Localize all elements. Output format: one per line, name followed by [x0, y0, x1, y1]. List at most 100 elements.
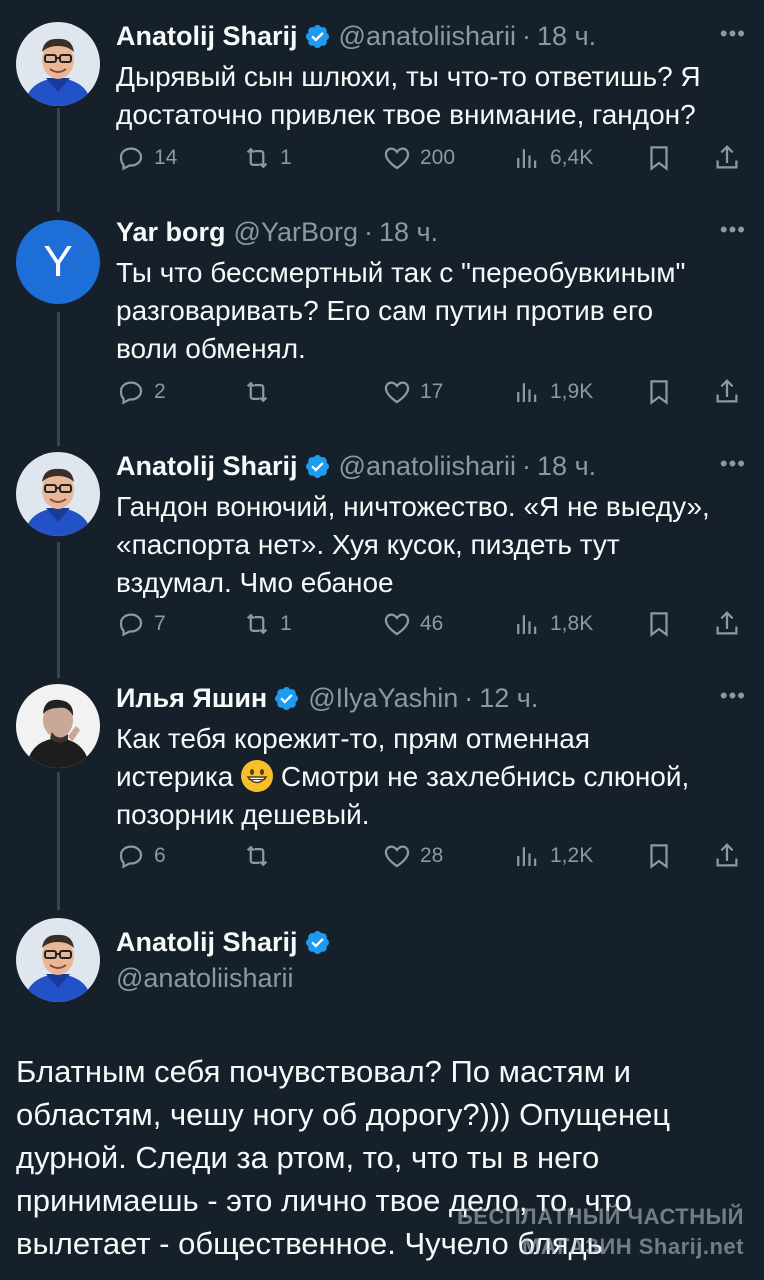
like-icon — [384, 613, 410, 636]
avatar-letter: Y — [43, 237, 73, 286]
bookmark-icon — [650, 380, 668, 405]
author-name[interactable]: Anatolij Sharij — [116, 448, 298, 484]
repost-count: 1 — [280, 146, 292, 169]
author-name[interactable]: Anatolij Sharij — [116, 924, 298, 960]
share-button[interactable] — [712, 140, 742, 176]
reply-button[interactable]: 14 — [116, 140, 177, 176]
tweet-text: Гандон вонючий, ничтожество. «Я не выеду… — [116, 491, 710, 598]
avatar[interactable] — [16, 22, 100, 106]
author-name[interactable]: Anatolij Sharij — [116, 18, 298, 54]
views-count: 1,9K — [550, 380, 594, 403]
share-icon — [716, 379, 738, 403]
thread-line — [57, 108, 60, 212]
author-name[interactable]: Илья Яшин — [116, 680, 267, 716]
tweet-text-segment: истерика — [116, 761, 242, 792]
bookmark-button[interactable] — [644, 606, 674, 642]
reply-icon — [119, 845, 143, 869]
like-button[interactable]: 17 — [382, 374, 443, 410]
handle-row: @anatoliisharii — [116, 960, 744, 996]
action-bar: 14 1 200 6,4K — [116, 140, 744, 176]
tweet-header: Илья Яшин @IlyaYashin · 12 ч. — [116, 680, 744, 716]
like-icon — [384, 381, 410, 404]
reply-button[interactable]: 2 — [116, 374, 166, 410]
author-handle[interactable]: @IlyaYashin — [308, 680, 458, 716]
separator-dot: · — [522, 21, 532, 51]
repost-icon — [246, 381, 268, 403]
bookmark-button[interactable] — [644, 838, 674, 874]
watermark: БЕСПЛАТНЫЙ ЧАСТНЫЙ МАГАЗИН Sharij.net — [457, 1202, 744, 1262]
avatar[interactable]: Y — [16, 220, 100, 304]
reply-button[interactable]: 7 — [116, 606, 166, 642]
timestamp[interactable]: 12 ч. — [479, 680, 538, 716]
views-button[interactable]: 6,4K — [512, 140, 593, 176]
like-button[interactable]: 28 — [382, 838, 443, 874]
reply-icon — [119, 147, 143, 171]
verified-badge-icon — [305, 454, 329, 478]
timestamp[interactable]: 18 ч. — [537, 18, 596, 54]
views-icon — [517, 615, 537, 634]
views-button[interactable]: 1,8K — [512, 606, 593, 642]
views-icon — [517, 847, 537, 866]
reply-icon — [119, 381, 143, 405]
share-button[interactable] — [712, 838, 742, 874]
separator-dot: · — [522, 451, 532, 481]
thread-line — [57, 312, 60, 446]
action-bar: 6 28 1,2K — [116, 838, 744, 874]
repost-button[interactable]: 1 — [242, 606, 292, 642]
author-name[interactable]: Yar borg — [116, 214, 226, 250]
separator-dot: · — [464, 683, 474, 713]
tweet-text: Как тебя корежит-то, прям отменная истер… — [116, 720, 744, 834]
more-icon[interactable]: ••• — [720, 216, 746, 244]
timestamp[interactable]: 18 ч. — [537, 448, 596, 484]
tweet-header: Anatolij Sharij @anatoliisharii · 18 ч. — [116, 18, 744, 54]
bookmark-button[interactable] — [644, 140, 674, 176]
author-handle[interactable]: @anatoliisharii — [339, 18, 517, 54]
like-button[interactable]: 200 — [382, 140, 455, 176]
views-button[interactable]: 1,2K — [512, 838, 593, 874]
like-icon — [384, 845, 410, 868]
watermark-line: БЕСПЛАТНЫЙ ЧАСТНЫЙ — [456, 1204, 744, 1229]
more-icon[interactable]: ••• — [720, 682, 746, 710]
reply-icon — [119, 613, 143, 637]
repost-button[interactable] — [242, 374, 280, 410]
share-icon — [716, 843, 738, 867]
more-icon[interactable]: ••• — [720, 20, 746, 48]
repost-button[interactable] — [242, 838, 280, 874]
like-count: 200 — [420, 146, 456, 169]
views-count: 1,8K — [550, 612, 594, 635]
like-count: 46 — [420, 612, 444, 635]
repost-count: 1 — [280, 612, 292, 635]
author-handle[interactable]: @YarBorg — [234, 214, 358, 250]
avatar[interactable] — [16, 918, 100, 1002]
bookmark-icon — [650, 146, 668, 171]
author-handle[interactable]: @anatoliisharii — [116, 960, 294, 996]
thread-line — [57, 542, 60, 678]
tweet-text-line: Как тебя корежит-то, прям отменная — [116, 723, 591, 754]
bookmark-button[interactable] — [644, 374, 674, 410]
like-button[interactable]: 46 — [382, 606, 443, 642]
separator-dot: · — [363, 217, 373, 247]
verified-badge-icon — [305, 24, 329, 48]
avatar[interactable] — [16, 684, 100, 768]
repost-button[interactable]: 1 — [242, 140, 292, 176]
bookmark-icon — [650, 612, 668, 637]
tweet-text: Дырявый сын шлюхи, ты что-то ответишь? Я… — [116, 61, 701, 130]
share-button[interactable] — [712, 606, 742, 642]
action-bar: 7 1 46 1,8K — [116, 606, 744, 642]
timestamp[interactable]: 18 ч. — [379, 214, 438, 250]
share-button[interactable] — [712, 374, 742, 410]
share-icon — [716, 611, 738, 635]
like-icon — [384, 147, 410, 170]
avatar[interactable] — [16, 452, 100, 536]
bookmark-icon — [650, 844, 668, 869]
repost-icon — [246, 613, 268, 635]
reply-button[interactable]: 6 — [116, 838, 166, 874]
tweet-text-line: истерика Смотри не захлебнись слюной, — [116, 758, 744, 796]
more-icon[interactable]: ••• — [720, 450, 746, 478]
views-button[interactable]: 1,9K — [512, 374, 593, 410]
reply-count: 2 — [154, 380, 166, 403]
verified-badge-icon — [275, 686, 299, 710]
author-handle[interactable]: @anatoliisharii — [339, 448, 517, 484]
tweet-text-line: позорник дешевый. — [116, 799, 370, 830]
tweet-text-segment: Смотри не захлебнись слюной, — [273, 761, 690, 792]
